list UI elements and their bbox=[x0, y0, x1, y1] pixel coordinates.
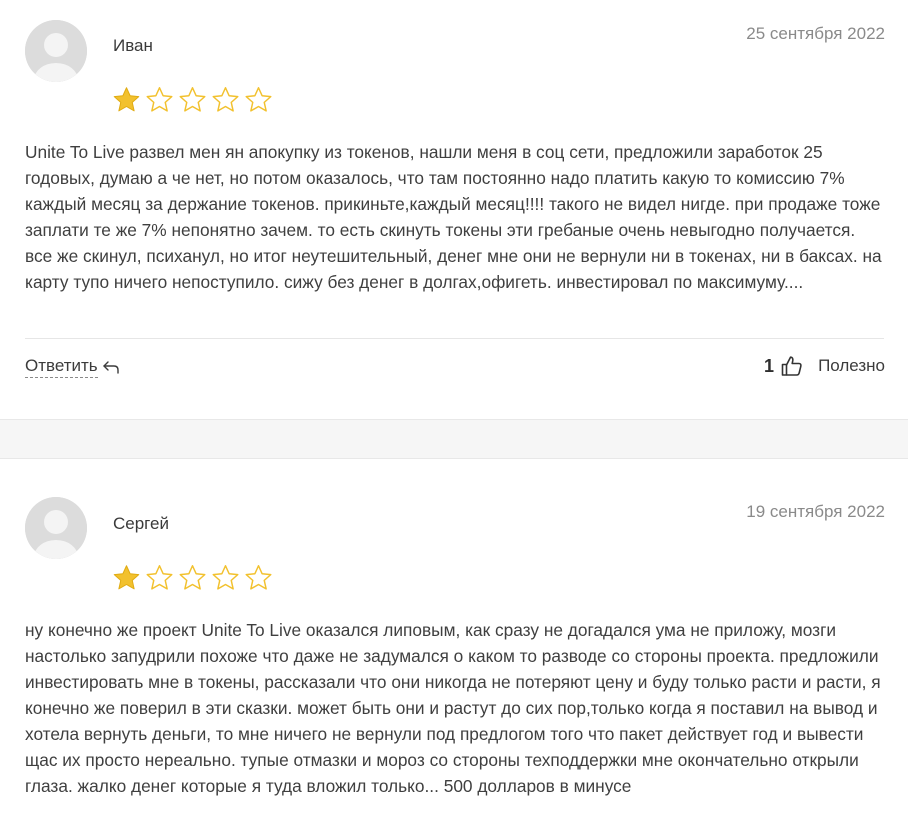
reply-arrow-icon bbox=[102, 361, 119, 374]
review-author: Сергей bbox=[113, 514, 169, 533]
star-empty-icon bbox=[212, 87, 239, 112]
star-rating bbox=[111, 563, 274, 593]
star-empty-icon bbox=[245, 87, 272, 112]
star-empty-icon bbox=[245, 565, 272, 590]
review-date: 19 сентября 2022 bbox=[746, 502, 885, 521]
star-rating bbox=[111, 85, 274, 115]
divider bbox=[25, 338, 884, 339]
star-empty-icon bbox=[179, 87, 206, 112]
star-filled-icon bbox=[113, 565, 140, 590]
user-silhouette-icon bbox=[25, 497, 87, 559]
star-empty-icon bbox=[212, 565, 239, 590]
review-date: 25 сентября 2022 bbox=[746, 24, 885, 43]
avatar bbox=[25, 20, 87, 82]
useful-count: 1 bbox=[764, 355, 775, 376]
avatar bbox=[25, 497, 87, 559]
useful-block: 1 Полезно bbox=[764, 354, 885, 378]
user-silhouette-icon bbox=[25, 20, 87, 82]
star-empty-icon bbox=[146, 565, 173, 590]
reply-label: Ответить bbox=[25, 356, 98, 378]
review-text: ну конечно же проект Unite To Live оказа… bbox=[25, 620, 881, 796]
review-card: Сергей 19 сентября 2022 ну конечно же пр… bbox=[0, 458, 908, 838]
review-author: Иван bbox=[113, 36, 153, 55]
useful-label[interactable]: Полезно bbox=[818, 356, 885, 376]
review-text: Unite To Live развел мен ян апокупку из … bbox=[25, 142, 882, 292]
star-filled-icon bbox=[113, 87, 140, 112]
thumbs-up-icon[interactable] bbox=[780, 354, 804, 378]
review-card: Иван 25 сентября 2022 Unite To Live разв… bbox=[0, 0, 908, 420]
reply-button[interactable]: Ответить bbox=[25, 356, 120, 378]
star-empty-icon bbox=[179, 565, 206, 590]
star-empty-icon bbox=[146, 87, 173, 112]
